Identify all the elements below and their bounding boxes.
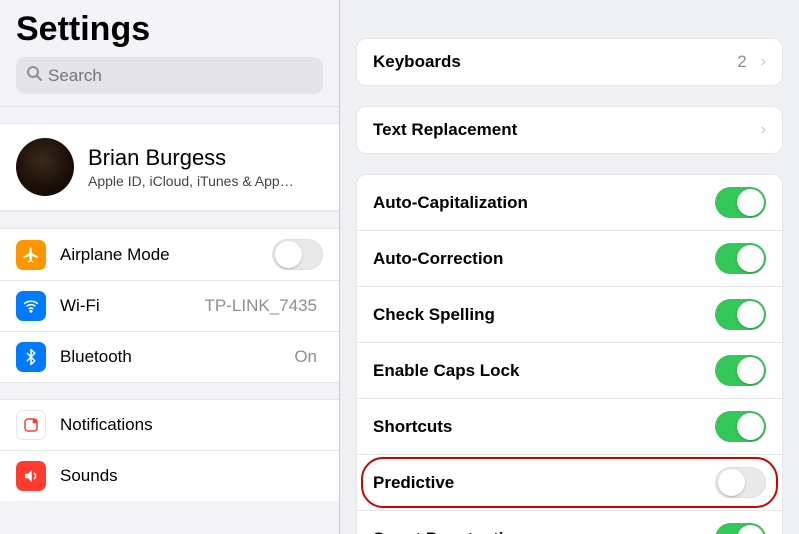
search-icon: [26, 65, 42, 86]
wifi-icon: [16, 291, 46, 321]
bluetooth-icon: [16, 342, 46, 372]
profile-subtitle: Apple ID, iCloud, iTunes & App…: [88, 173, 294, 189]
toggle-switch[interactable]: [715, 355, 766, 386]
search-input[interactable]: [48, 66, 313, 86]
alerts-group: Notifications Sounds: [0, 400, 339, 501]
group-separator: [0, 106, 339, 124]
airplane-mode-label: Airplane Mode: [60, 245, 272, 265]
keyboards-row[interactable]: Keyboards 2 ›: [357, 39, 782, 85]
sounds-icon: [16, 461, 46, 491]
toggle-label: Check Spelling: [373, 305, 715, 325]
keyboards-section: Keyboards 2 ›: [356, 38, 783, 86]
group-separator: [0, 382, 339, 400]
bluetooth-row[interactable]: Bluetooth On: [0, 332, 339, 382]
search-box[interactable]: [16, 57, 323, 94]
toggle-row-auto-correction[interactable]: Auto-Correction: [357, 231, 782, 287]
toggle-switch[interactable]: [715, 187, 766, 218]
wifi-row[interactable]: Wi-Fi TP-LINK_7435: [0, 281, 339, 332]
toggle-row-predictive[interactable]: Predictive: [357, 455, 782, 511]
airplane-icon: [16, 240, 46, 270]
toggle-switch[interactable]: [715, 411, 766, 442]
bluetooth-label: Bluetooth: [60, 347, 294, 367]
text-replacement-row[interactable]: Text Replacement ›: [357, 107, 782, 153]
notifications-icon: [16, 410, 46, 440]
toggle-label: Auto-Correction: [373, 249, 715, 269]
toggle-switch[interactable]: [715, 523, 766, 534]
text-replacement-section: Text Replacement ›: [356, 106, 783, 154]
profile-name: Brian Burgess: [88, 145, 294, 171]
page-title: Settings: [16, 10, 323, 49]
keyboards-label: Keyboards: [373, 52, 737, 72]
profile-row[interactable]: Brian Burgess Apple ID, iCloud, iTunes &…: [0, 124, 339, 211]
wifi-value: TP-LINK_7435: [205, 296, 317, 316]
toggle-label: Shortcuts: [373, 417, 715, 437]
toggle-row-enable-caps-lock[interactable]: Enable Caps Lock: [357, 343, 782, 399]
toggle-switch[interactable]: [715, 467, 766, 498]
toggle-label: Smart Punctuation: [373, 529, 715, 534]
airplane-mode-row[interactable]: Airplane Mode: [0, 229, 339, 281]
keyboards-count: 2: [737, 52, 746, 72]
toggle-row-auto-capitalization[interactable]: Auto-Capitalization: [357, 175, 782, 231]
bluetooth-value: On: [294, 347, 317, 367]
airplane-mode-toggle[interactable]: [272, 239, 323, 270]
notifications-label: Notifications: [60, 415, 323, 435]
notifications-row[interactable]: Notifications: [0, 400, 339, 451]
connectivity-group: Airplane Mode Wi-Fi TP-LINK_7435 Bluetoo…: [0, 229, 339, 382]
toggle-label: Predictive: [373, 473, 715, 493]
main-panel: Keyboards 2 › Text Replacement › Auto-Ca…: [340, 0, 799, 534]
sidebar-header: Settings: [0, 0, 339, 106]
keyboard-toggles-section: Auto-Capitalization Auto-Correction Check …: [356, 174, 783, 534]
toggle-switch[interactable]: [715, 243, 766, 274]
sidebar: Settings Brian Burgess Apple ID, iCloud,…: [0, 0, 340, 534]
toggle-switch[interactable]: [715, 299, 766, 330]
chevron-right-icon: ›: [761, 121, 766, 139]
toggle-label: Enable Caps Lock: [373, 361, 715, 381]
group-separator: [0, 211, 339, 229]
toggle-label: Auto-Capitalization: [373, 193, 715, 213]
sounds-row[interactable]: Sounds: [0, 451, 339, 501]
wifi-label: Wi-Fi: [60, 296, 205, 316]
toggle-row-smart-punctuation[interactable]: Smart Punctuation: [357, 511, 782, 534]
profile-text: Brian Burgess Apple ID, iCloud, iTunes &…: [88, 145, 294, 189]
text-replacement-label: Text Replacement: [373, 120, 757, 140]
toggle-row-check-spelling[interactable]: Check Spelling: [357, 287, 782, 343]
sounds-label: Sounds: [60, 466, 323, 486]
toggle-row-shortcuts[interactable]: Shortcuts: [357, 399, 782, 455]
chevron-right-icon: ›: [761, 53, 766, 71]
avatar: [16, 138, 74, 196]
